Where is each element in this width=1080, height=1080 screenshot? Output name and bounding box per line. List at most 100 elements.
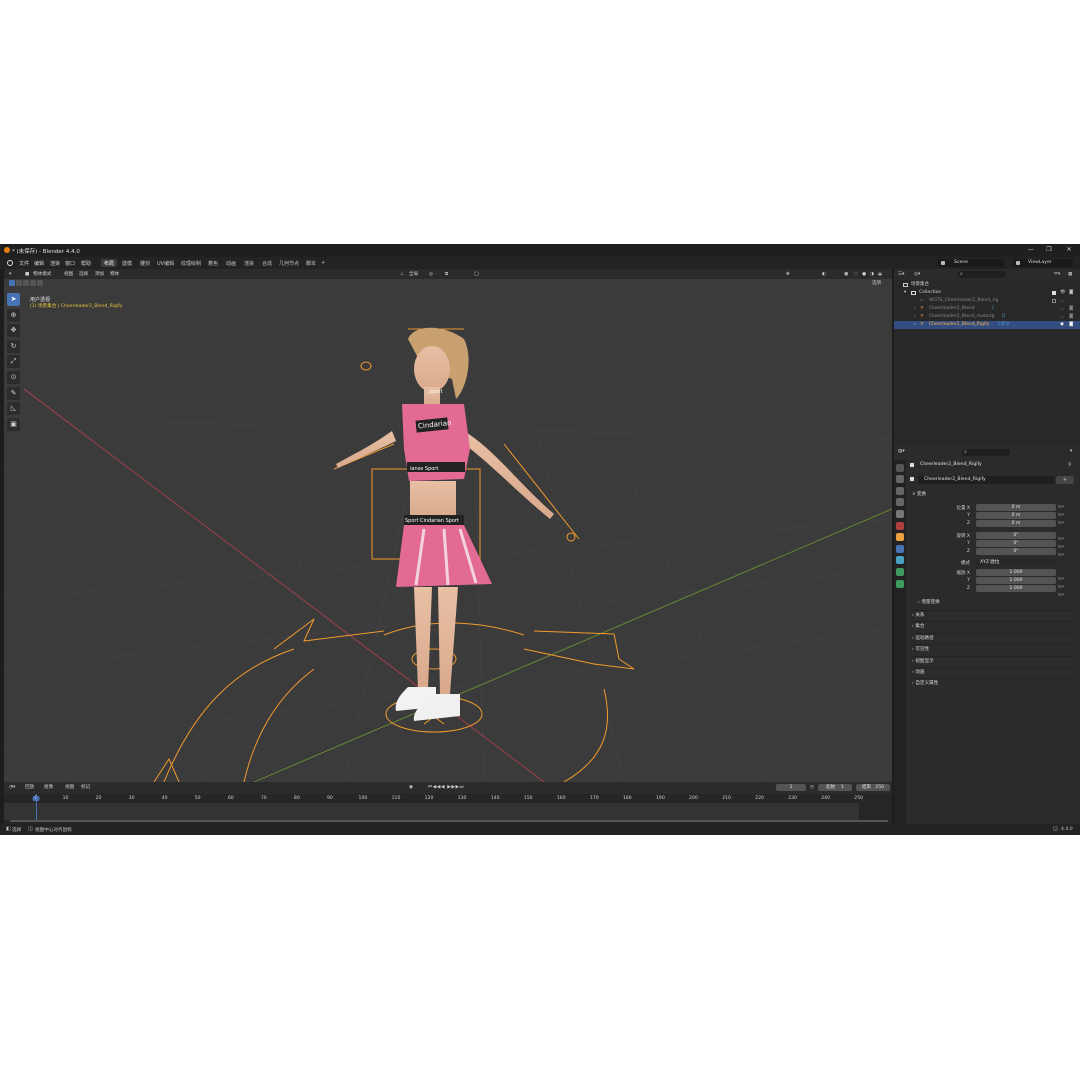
- camera-icon[interactable]: ◙: [1069, 313, 1073, 321]
- modifier-tab-icon[interactable]: [896, 544, 904, 553]
- outliner-row-mesh[interactable]: › ✕ Cheerleader2_Blend ⟟ ◡ ◙: [894, 305, 1080, 313]
- checkbox-icon[interactable]: [1052, 299, 1056, 303]
- object-tab-icon[interactable]: [896, 533, 904, 542]
- tool-tab-icon[interactable]: [896, 463, 904, 472]
- tab-modeling[interactable]: 建模: [119, 259, 135, 267]
- collections-panel-header[interactable]: › 集合: [912, 621, 1072, 631]
- lock-icons[interactable]: ⊡• ⊡• ⊡• ⊡• ⊡• ⊡• ⊡• ⊡• ⊡•: [1058, 504, 1072, 598]
- outliner-row-collection[interactable]: ▾ Collection 👁 ◙: [894, 289, 1080, 297]
- current-frame-field[interactable]: 1: [776, 784, 806, 791]
- rotation-z-field[interactable]: 0°: [976, 548, 1056, 555]
- scene-selector[interactable]: Scene: [938, 259, 1004, 267]
- shading-material-icon[interactable]: ◑: [870, 271, 874, 278]
- location-y-field[interactable]: 0 m: [976, 512, 1056, 519]
- cursor-tool-icon[interactable]: ⊕: [7, 308, 20, 322]
- move-tool-icon[interactable]: ✥: [7, 324, 20, 338]
- constraint-tab-icon[interactable]: [896, 567, 904, 576]
- outliner-row-rigify[interactable]: › ✕ Cheerleader2_Blend_Rigify ⟟ ⟟⟟ ▽ ◉ ◙: [894, 321, 1080, 329]
- menu-file[interactable]: 文件: [19, 260, 29, 267]
- snap-icon[interactable]: ⧉: [445, 271, 448, 278]
- playhead-line[interactable]: [36, 794, 37, 820]
- add-menu[interactable]: 添加: [95, 271, 104, 278]
- menu-render[interactable]: 渲染: [50, 260, 60, 267]
- tab-shading[interactable]: 着色: [205, 259, 221, 267]
- output-tab-icon[interactable]: [896, 486, 904, 495]
- 3d-viewport[interactable]: Cindarian ianse Sport pport Sport Cindar…: [4, 269, 892, 782]
- camera-icon[interactable]: ◙: [1069, 305, 1073, 313]
- marker-menu[interactable]: 标记: [81, 784, 90, 791]
- minimize-button[interactable]: —: [1025, 246, 1037, 253]
- overlays-toggle-icon[interactable]: ◐: [822, 271, 826, 278]
- location-x-field[interactable]: 0 m: [976, 504, 1056, 511]
- menu-window[interactable]: 窗口: [65, 260, 75, 267]
- camera-icon[interactable]: ◙: [1069, 321, 1073, 329]
- eye-icon[interactable]: 👁: [1060, 289, 1066, 297]
- checkbox-icon[interactable]: [1052, 291, 1056, 295]
- rotation-mode-dropdown[interactable]: XYZ 欧拉: [976, 559, 1056, 566]
- tab-sculpting[interactable]: 雕刻: [137, 259, 153, 267]
- options-dropdown[interactable]: 选项: [872, 280, 881, 287]
- scale-z-field[interactable]: 1.000: [976, 585, 1056, 592]
- end-frame-field[interactable]: 结束 250: [856, 784, 890, 791]
- select-mode-new-icon[interactable]: [9, 280, 44, 287]
- tab-texture-paint[interactable]: 纹理绘制: [178, 259, 204, 267]
- object-menu[interactable]: 物体: [110, 271, 119, 278]
- measure-tool-icon[interactable]: ◺: [7, 402, 20, 416]
- view-layer-selector[interactable]: ViewLayer: [1013, 259, 1073, 267]
- preview-range-icon[interactable]: ◷: [810, 784, 814, 791]
- outliner-editor-type-icon[interactable]: ☷▾: [898, 271, 904, 278]
- eye-hidden-icon[interactable]: ◡: [1060, 297, 1064, 305]
- scale-y-field[interactable]: 1.000: [976, 577, 1056, 584]
- pivot-icon[interactable]: ◎: [429, 271, 433, 278]
- add-cube-tool-icon[interactable]: ▣: [7, 417, 20, 431]
- editor-type-button[interactable]: ▾: [9, 271, 11, 278]
- playback-controls[interactable]: ⏮◀◀◀ ▶▶▶⏭: [428, 784, 464, 791]
- shading-solid-icon[interactable]: ●: [862, 271, 866, 278]
- object-name-field[interactable]: Cheerleader2_Blend_Rigify +: [910, 476, 1074, 484]
- auto-keying-icon[interactable]: ◉: [409, 784, 413, 791]
- playback-menu[interactable]: 回放: [25, 784, 34, 791]
- pin-icon[interactable]: ⚲: [1068, 462, 1072, 468]
- object-name-input[interactable]: Cheerleader2_Blend_Rigify: [918, 476, 1054, 484]
- view-layer-tab-icon[interactable]: [896, 498, 904, 507]
- object-mode-dropdown[interactable]: 物体模式: [33, 271, 51, 278]
- expand-arrow-icon[interactable]: ›: [914, 305, 916, 313]
- location-z-field[interactable]: 0 m: [976, 520, 1056, 527]
- motion-paths-panel-header[interactable]: › 运动路径: [912, 633, 1072, 643]
- viewport-display-panel-header[interactable]: › 视图显示: [912, 656, 1072, 666]
- display-mode-icon[interactable]: ◎▾: [914, 271, 920, 278]
- timeline-editor-type-icon[interactable]: ◔▾: [9, 784, 15, 791]
- shading-rendered-icon[interactable]: ◒: [878, 271, 882, 278]
- eye-icon[interactable]: ◉: [1060, 321, 1064, 329]
- object-options-button[interactable]: +: [1056, 476, 1074, 484]
- rotation-y-field[interactable]: 0°: [976, 540, 1056, 547]
- expand-arrow-icon[interactable]: ›: [914, 313, 916, 321]
- keyframe-track[interactable]: [4, 803, 859, 820]
- properties-search-input[interactable]: ⌕: [962, 449, 1010, 456]
- transform-panel-header[interactable]: ∨ 变换: [912, 490, 1072, 500]
- tab-uv-editing[interactable]: UV编辑: [154, 259, 177, 267]
- eye-hidden-icon[interactable]: ◡: [1060, 305, 1064, 313]
- timeline-scrollbar[interactable]: [10, 820, 888, 822]
- tab-animation[interactable]: 动画: [223, 259, 239, 267]
- transform-tool-icon[interactable]: ⊙: [7, 370, 20, 384]
- outliner-row-scene-collection[interactable]: 场景集合: [894, 281, 1080, 289]
- tab-scripting[interactable]: 脚本: [303, 259, 319, 267]
- tab-layout[interactable]: 布局: [101, 259, 118, 267]
- scene-tab-icon[interactable]: [896, 509, 904, 518]
- tab-compositing[interactable]: 合成: [259, 259, 275, 267]
- tab-geometry-nodes[interactable]: 几何节点: [276, 259, 302, 267]
- custom-properties-panel-header[interactable]: › 自定义属性: [912, 678, 1072, 688]
- menu-edit[interactable]: 编辑: [34, 260, 44, 267]
- scale-tool-icon[interactable]: ⤢: [7, 355, 20, 369]
- new-collection-icon[interactable]: ▦: [1068, 271, 1072, 278]
- camera-icon[interactable]: ◙: [1069, 289, 1073, 297]
- outliner-search-input[interactable]: ⌕: [958, 271, 1006, 278]
- render-tab-icon[interactable]: [896, 475, 904, 484]
- eye-hidden-icon[interactable]: ◡: [1060, 313, 1064, 321]
- frame-ruler[interactable]: 1102030405060708090100110120130140150160…: [4, 795, 892, 803]
- menu-help[interactable]: 帮助: [81, 260, 91, 267]
- animation-panel-header[interactable]: › 动画: [912, 667, 1072, 677]
- gizmo-toggle-icon[interactable]: ✥: [786, 271, 790, 278]
- add-workspace-button[interactable]: +: [318, 259, 328, 267]
